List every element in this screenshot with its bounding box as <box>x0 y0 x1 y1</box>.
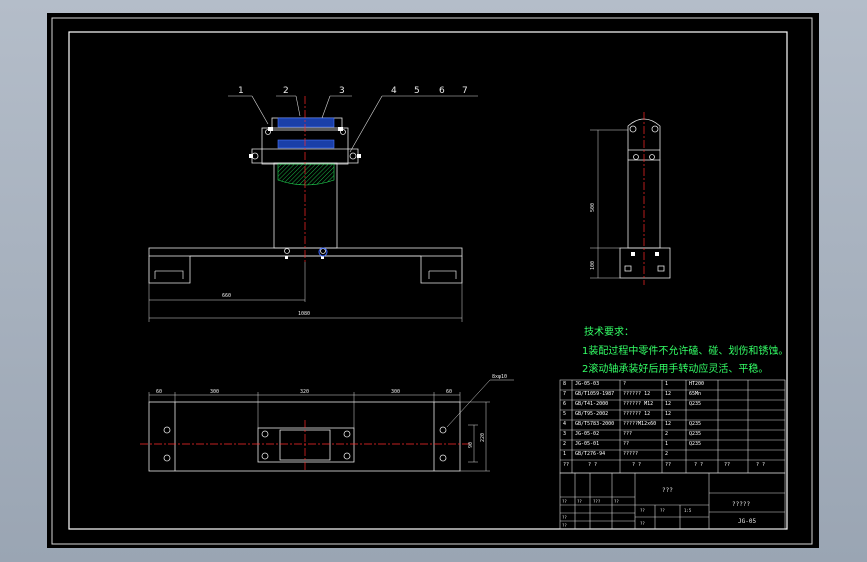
bom-cell-code: GB/T41-2000 <box>575 401 609 407</box>
bom-cell-name: ????? <box>623 451 639 457</box>
title-block-title[interactable]: ??? <box>662 487 673 494</box>
bom-cell-no: 2 <box>563 441 567 447</box>
drawing-sheet <box>47 13 819 548</box>
bom-cell-name: ?????M12x60 <box>623 421 657 427</box>
dim-top-hole: 8xφ10 <box>492 374 507 380</box>
bom-cell-no: 1 <box>563 451 567 457</box>
dim-top-2: 300 <box>210 389 219 395</box>
bom-cell-code: JG-05-01 <box>575 441 600 447</box>
bom-cell-material: Q235 <box>689 401 702 407</box>
bom-header-code: ? ? <box>588 462 598 468</box>
bom-cell-code: GB/T95-2002 <box>575 411 609 417</box>
bom-cell-qty: 12 <box>665 421 672 427</box>
bom-cell-no: 7 <box>563 391 567 397</box>
bom-cell-qty: 2 <box>665 431 669 437</box>
bom-header-qty: ?? <box>665 462 672 468</box>
tb-small-8: ?? <box>660 508 665 513</box>
tb-small-7: ?? <box>640 508 645 513</box>
tb-small-1: ?? <box>562 499 567 504</box>
dim-top-5: 60 <box>446 389 452 395</box>
bom-cell-name: ?????? M12 <box>623 401 654 407</box>
dim-side-h2: 100 <box>590 261 596 270</box>
tb-small-2: ?? <box>577 499 582 504</box>
bom-cell-name: ?? <box>623 441 630 447</box>
bom-cell-name: ?????? 12 <box>623 391 651 397</box>
bom-cell-code: GB/T276-94 <box>575 451 606 457</box>
bom-cell-code: GB/T1059-1987 <box>575 391 615 397</box>
bom-cell-no: 6 <box>563 401 567 407</box>
tech-notes-title: 技术要求： <box>584 327 634 338</box>
bom-header-material: ? ? <box>694 462 704 468</box>
bom-cell-qty: 12 <box>665 411 672 417</box>
tech-note-2: 2滚动轴承装好后用手转动应灵活、平稳。 <box>582 364 769 375</box>
drawing-canvas: 660 1080 1 2 3 4 5 6 7 500 100 60 300 32… <box>47 13 819 548</box>
dim-top-1: 60 <box>156 389 162 395</box>
dim-top-h1: 90 <box>468 442 474 448</box>
cad-viewport[interactable]: 660 1080 1 2 3 4 5 6 7 500 100 60 300 32… <box>0 0 867 562</box>
dim-front-left: 660 <box>222 293 231 299</box>
dim-top-4: 300 <box>391 389 400 395</box>
title-block-company[interactable]: ????? <box>732 501 750 508</box>
bom-header-name: ? ? <box>632 462 642 468</box>
bearing-upper <box>277 117 335 128</box>
balloon-2[interactable]: 2 <box>283 86 289 96</box>
tech-note-1: 1装配过程中零件不允许磕、碰、划伤和锈蚀。 <box>582 346 789 357</box>
bom-cell-name: ? <box>623 381 627 387</box>
tb-small-3: ??? <box>593 499 601 504</box>
bom-cell-code: JG-05-03 <box>575 381 600 387</box>
dim-top-3: 320 <box>300 389 309 395</box>
balloon-1[interactable]: 1 <box>238 86 244 96</box>
bearing-lower <box>277 139 335 149</box>
bom-cell-code: GB/T5783-2000 <box>575 421 615 427</box>
bom-cell-material: HT200 <box>689 381 705 387</box>
bom-cell-no: 4 <box>563 421 567 427</box>
bom-cell-material: Q235 <box>689 421 702 427</box>
title-block-drawing-no[interactable]: JG-05 <box>738 518 756 525</box>
tb-small-6: ?? <box>562 523 567 528</box>
balloon-6[interactable]: 6 <box>439 86 445 96</box>
bom-header-mass: ?? <box>724 462 731 468</box>
bom-cell-no: 8 <box>563 381 567 387</box>
bom-cell-qty: 12 <box>665 401 672 407</box>
bom-cell-material: Q235 <box>689 431 702 437</box>
bom-cell-qty: 1 <box>665 381 669 387</box>
bom-cell-material: Q235 <box>689 441 702 447</box>
balloon-7[interactable]: 7 <box>462 86 468 96</box>
balloon-3[interactable]: 3 <box>339 86 345 96</box>
bom-cell-qty: 2 <box>665 451 669 457</box>
tb-small-10: ?? <box>640 521 645 526</box>
balloon-4[interactable]: 4 <box>391 86 397 96</box>
bom-cell-material: 65Mn <box>689 391 702 397</box>
bom-cell-name: ?????? 12 <box>623 411 651 417</box>
tb-small-9: 1:5 <box>684 508 692 513</box>
bom-cell-no: 3 <box>563 431 567 437</box>
bom-cell-qty: 12 <box>665 391 672 397</box>
bom-cell-no: 5 <box>563 411 567 417</box>
bom-cell-qty: 1 <box>665 441 669 447</box>
dim-side-h1: 500 <box>590 203 596 212</box>
dim-front-total: 1080 <box>298 311 310 317</box>
shaft-section <box>277 163 335 186</box>
bom-cell-code: JG-05-02 <box>575 431 600 437</box>
dim-top-h2: 220 <box>480 433 486 442</box>
tb-small-4: ?? <box>614 499 619 504</box>
bom-header-no: ?? <box>563 462 570 468</box>
balloon-5[interactable]: 5 <box>414 86 420 96</box>
bom-cell-name: ??? <box>623 431 633 437</box>
bom-header-remark: ? ? <box>756 462 766 468</box>
tb-small-5: ?? <box>562 515 567 520</box>
